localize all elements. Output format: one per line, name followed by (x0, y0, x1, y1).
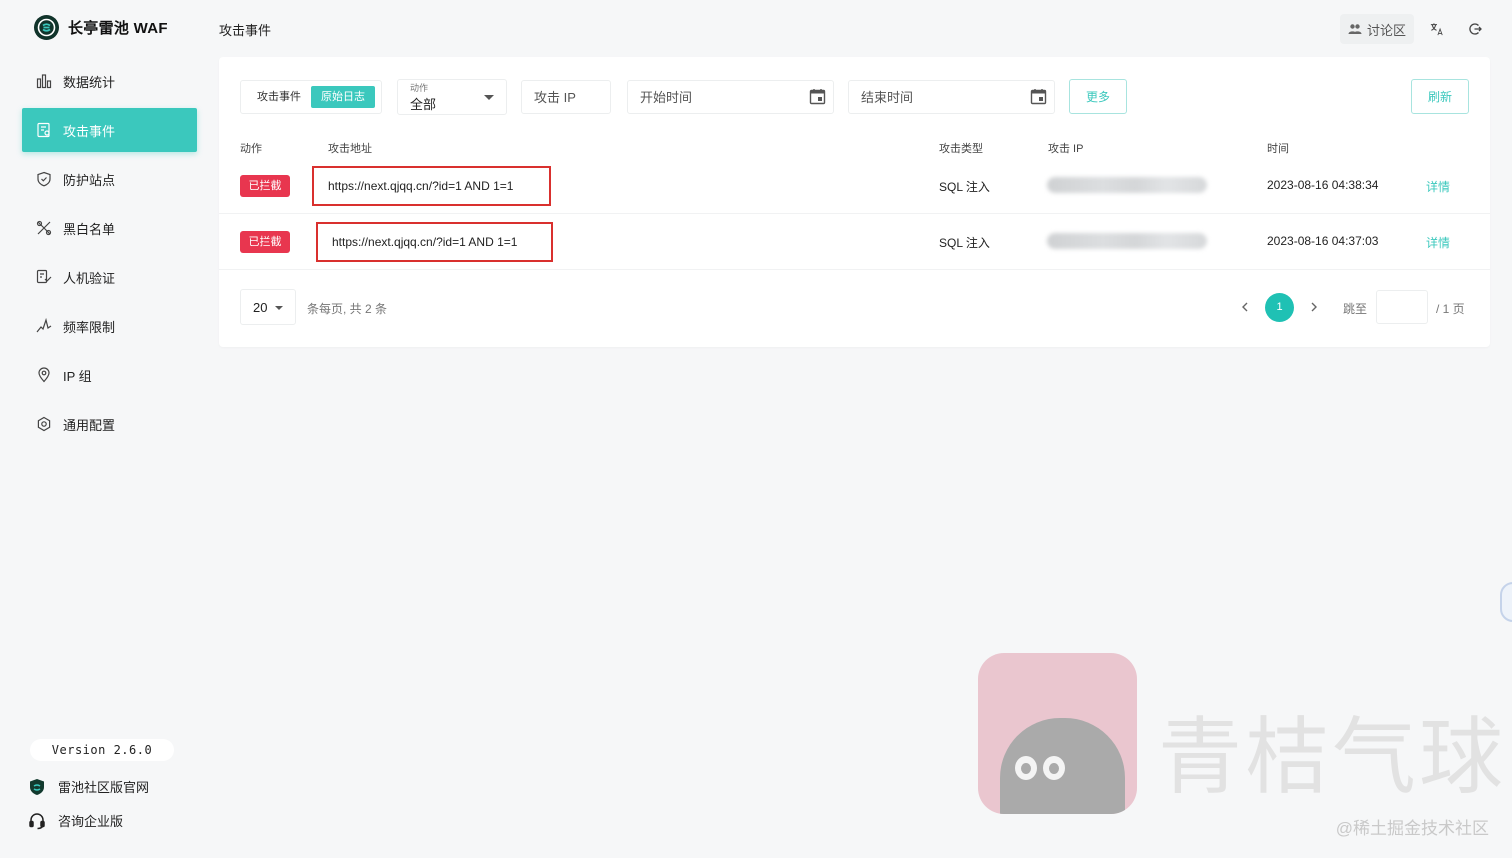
pagination-summary: 条每页, 共 2 条 (307, 302, 388, 316)
document-icon (36, 122, 52, 138)
floating-side-tab[interactable] (1500, 582, 1512, 622)
attack-ip-input[interactable] (521, 80, 611, 114)
sidebar-item-label: 数据统计 (63, 74, 116, 90)
sidebar: 长亭雷池 WAF 数据统计 攻击事件 防护站点 黑白名单 人机验证 频率限制 I… (0, 0, 218, 858)
filter-bar: 攻击事件 原始日志 动作 全部 更多 刷新 (240, 79, 1469, 115)
attack-ip-redacted (1047, 233, 1207, 249)
total-pages: / 1 页 (1436, 302, 1465, 316)
column-header-action: 动作 (240, 143, 262, 155)
page-size-select[interactable]: 20 (240, 289, 296, 325)
chevron-left-icon[interactable] (1236, 298, 1254, 316)
sidebar-item-captcha[interactable]: 人机验证 (22, 255, 197, 299)
attack-time: 2023-08-16 04:38:34 (1267, 178, 1379, 192)
status-badge: 已拦截 (240, 231, 290, 253)
detail-link[interactable]: 详情 (1426, 234, 1450, 251)
sidebar-item-label: 攻击事件 (63, 123, 116, 139)
refresh-button[interactable]: 刷新 (1411, 79, 1469, 114)
users-icon (1348, 24, 1362, 34)
logout-icon (1469, 23, 1482, 35)
sidebar-item-ip-group[interactable]: IP 组 (22, 353, 197, 397)
sidebar-item-general-config[interactable]: 通用配置 (22, 402, 197, 446)
forum-label: 讨论区 (1366, 22, 1406, 38)
attack-events-panel: 攻击事件 原始日志 动作 全部 更多 刷新 动作 攻击地址 攻击类型 攻击 IP… (219, 57, 1490, 347)
action-select-label: 动作 (410, 83, 429, 93)
attack-url[interactable]: https://next.qjqq.cn/?id=1 AND 1=1 (312, 166, 551, 206)
brand[interactable]: 长亭雷池 WAF (34, 15, 168, 40)
page-size-value: 20 (253, 300, 268, 315)
settings-icon (36, 416, 52, 432)
shield-logo-icon (30, 778, 44, 795)
chevron-right-icon[interactable] (1305, 298, 1323, 316)
action-select[interactable]: 动作 全部 (397, 79, 507, 115)
mascot-eye-icon (1015, 756, 1037, 780)
pulse-icon (36, 318, 52, 334)
column-header-url: 攻击地址 (328, 143, 372, 155)
sidebar-item-label: 频率限制 (63, 319, 116, 335)
watermark-logo (978, 653, 1137, 814)
enterprise-consult-link[interactable]: 咨询企业版 (28, 811, 123, 830)
page-title: 攻击事件 (219, 23, 272, 38)
table-header: 动作 攻击地址 攻击类型 攻击 IP 时间 (219, 137, 1490, 157)
sidebar-item-attack-events[interactable]: 攻击事件 (22, 108, 197, 152)
forum-button[interactable]: 讨论区 (1339, 14, 1414, 44)
sidebar-item-label: 防护站点 (63, 172, 116, 188)
view-segment: 攻击事件 原始日志 (240, 80, 382, 114)
enterprise-consult-label: 咨询企业版 (58, 814, 124, 829)
attack-ip-redacted (1047, 177, 1207, 193)
column-header-time: 时间 (1267, 143, 1289, 155)
official-site-link[interactable]: 雷池社区版官网 (28, 777, 149, 796)
watermark-sub: @稀土掘金技术社区 (1335, 819, 1489, 838)
column-header-ip: 攻击 IP (1048, 143, 1084, 155)
start-time-input[interactable] (627, 80, 834, 114)
end-time-input[interactable] (848, 80, 1055, 114)
attack-type: SQL 注入 (939, 236, 990, 250)
shield-icon (36, 171, 52, 187)
bar-chart-icon (36, 73, 52, 89)
jump-label: 跳至 (1343, 302, 1368, 316)
waf-logo-icon (34, 15, 59, 40)
location-pin-icon (36, 367, 52, 383)
tools-icon (36, 220, 52, 236)
action-select-value: 全部 (410, 97, 437, 112)
sidebar-item-protected-sites[interactable]: 防护站点 (22, 157, 197, 201)
version-badge: Version 2.6.0 (30, 739, 174, 761)
sidebar-nav: 数据统计 攻击事件 防护站点 黑白名单 人机验证 频率限制 IP 组 通用配置 (22, 59, 197, 451)
sidebar-item-label: 通用配置 (63, 417, 116, 433)
jump-page-input[interactable] (1376, 290, 1428, 324)
brand-name: 长亭雷池 WAF (68, 20, 168, 37)
tab-attack-events[interactable]: 攻击事件 (244, 86, 311, 108)
caret-down-icon (275, 306, 283, 310)
sidebar-item-statistics[interactable]: 数据统计 (22, 59, 197, 103)
tab-raw-logs[interactable]: 原始日志 (311, 86, 375, 108)
sidebar-item-label: 人机验证 (63, 270, 116, 286)
translate-icon (1430, 23, 1443, 36)
caret-down-icon (484, 95, 494, 100)
table-row[interactable]: 已拦截 https://next.qjqq.cn/?id=1 AND 1=1 S… (219, 214, 1490, 270)
page-button-current[interactable]: 1 (1265, 293, 1294, 322)
verify-icon (36, 269, 52, 285)
mascot-eye-icon (1043, 756, 1065, 780)
sidebar-item-rate-limit[interactable]: 频率限制 (22, 304, 197, 348)
official-site-label: 雷池社区版官网 (58, 780, 150, 795)
header-actions: 讨论区 (1339, 14, 1490, 44)
table-row[interactable]: 已拦截 https://next.qjqq.cn/?id=1 AND 1=1 S… (219, 158, 1490, 214)
column-header-type: 攻击类型 (939, 143, 983, 155)
logout-button[interactable] (1460, 14, 1490, 44)
sidebar-item-label: 黑白名单 (63, 221, 116, 237)
more-filters-button[interactable]: 更多 (1069, 79, 1127, 114)
headset-icon (29, 812, 45, 829)
attack-time: 2023-08-16 04:37:03 (1267, 234, 1379, 248)
attack-url[interactable]: https://next.qjqq.cn/?id=1 AND 1=1 (316, 222, 553, 262)
status-badge: 已拦截 (240, 175, 290, 197)
detail-link[interactable]: 详情 (1426, 178, 1450, 195)
attack-type: SQL 注入 (939, 180, 990, 194)
language-switch-button[interactable] (1422, 14, 1452, 44)
sidebar-item-blackwhite-list[interactable]: 黑白名单 (22, 206, 197, 250)
watermark-text: 青桔气球 (1158, 708, 1507, 806)
sidebar-item-label: IP 组 (63, 368, 92, 384)
pagination: 20 条每页, 共 2 条 1 跳至 / 1 页 (219, 289, 1490, 325)
